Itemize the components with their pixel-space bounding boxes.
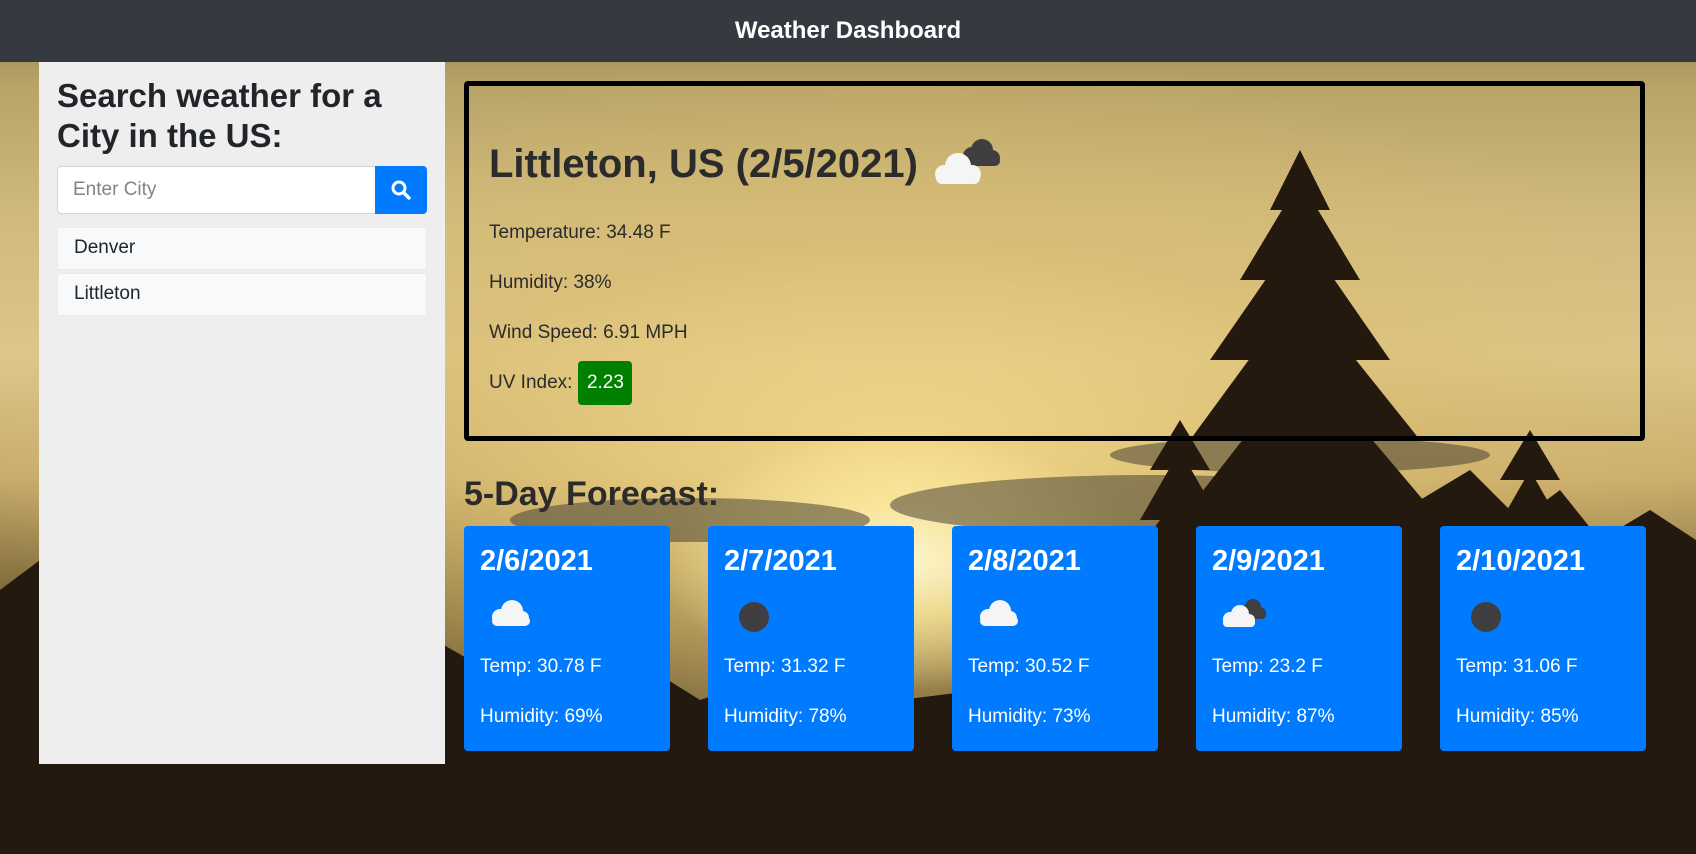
forecast-humidity: Humidity: 78% xyxy=(724,705,847,727)
clear-night-icon xyxy=(1471,601,1501,632)
clear-night-icon xyxy=(739,601,769,632)
forecast-temp: Temp: 31.32 F xyxy=(724,655,846,677)
search-icon xyxy=(391,180,411,200)
forecast-date: 2/10/2021 xyxy=(1456,545,1586,577)
forecast-temp: Temp: 31.06 F xyxy=(1456,655,1578,677)
search-button[interactable] xyxy=(375,165,427,214)
forecast-temp: Temp: 23.2 F xyxy=(1212,655,1323,677)
forecast-humidity: Humidity: 87% xyxy=(1212,705,1335,727)
app-title: Weather Dashboard xyxy=(734,17,962,44)
history-item-label: Denver xyxy=(74,237,136,258)
forecast-card: 2/7/2021 Temp: 31.32 F Humidity: 78% xyxy=(708,526,914,751)
forecast-temp: Temp: 30.52 F xyxy=(968,655,1090,677)
search-form xyxy=(57,165,427,214)
current-city-date: Littleton, US (2/5/2021) xyxy=(489,141,918,186)
clouds-icon xyxy=(1223,598,1266,627)
forecast-temp: Temp: 30.78 F xyxy=(480,655,602,677)
forecast-humidity: Humidity: 73% xyxy=(968,705,1091,727)
uv-index-badge: 2.23 xyxy=(578,361,633,405)
current-weather-panel: Littleton, US (2/5/2021) Temperature: 34… xyxy=(464,81,1645,441)
forecast-heading: 5-Day Forecast: xyxy=(464,475,720,513)
forecast-date: 2/7/2021 xyxy=(724,545,837,577)
forecast-date: 2/9/2021 xyxy=(1212,545,1325,577)
current-humidity: Humidity: 38% xyxy=(489,272,612,293)
forecast-humidity: Humidity: 85% xyxy=(1456,705,1579,727)
cloud-icon xyxy=(980,599,1018,626)
forecast-card: 2/6/2021 Temp: 30.78 F Humidity: 69% xyxy=(464,526,670,751)
search-sidebar: Search weather for a City in the US: Den… xyxy=(39,62,445,764)
forecast-card: 2/9/2021 Temp: 23.2 F Humidity: 87% xyxy=(1196,526,1402,751)
uv-index-label: UV Index: xyxy=(489,372,573,393)
cloud-icon xyxy=(492,599,530,626)
forecast-humidity: Humidity: 69% xyxy=(480,705,603,727)
forecast-date: 2/6/2021 xyxy=(480,545,593,577)
forecast-date: 2/8/2021 xyxy=(968,545,1081,577)
clouds-icon xyxy=(934,139,1000,184)
history-item-denver[interactable]: Denver xyxy=(57,226,427,270)
forecast-card: 2/8/2021 Temp: 30.52 F Humidity: 73% xyxy=(952,526,1158,751)
forecast-card: 2/10/2021 Temp: 31.06 F Humidity: 85% xyxy=(1440,526,1646,751)
current-temperature: Temperature: 34.48 F xyxy=(489,222,671,243)
current-uv-row: UV Index: 2.23 xyxy=(489,358,1620,408)
current-weather-header: Littleton, US (2/5/2021) xyxy=(489,134,1620,194)
city-search-input[interactable] xyxy=(57,165,375,214)
current-wind-speed: Wind Speed: 6.91 MPH xyxy=(489,322,688,343)
history-item-label: Littleton xyxy=(74,283,141,304)
search-heading: Search weather for a City in the US: xyxy=(57,77,382,155)
history-item-littleton[interactable]: Littleton xyxy=(57,272,427,316)
top-navbar: Weather Dashboard xyxy=(0,0,1696,62)
